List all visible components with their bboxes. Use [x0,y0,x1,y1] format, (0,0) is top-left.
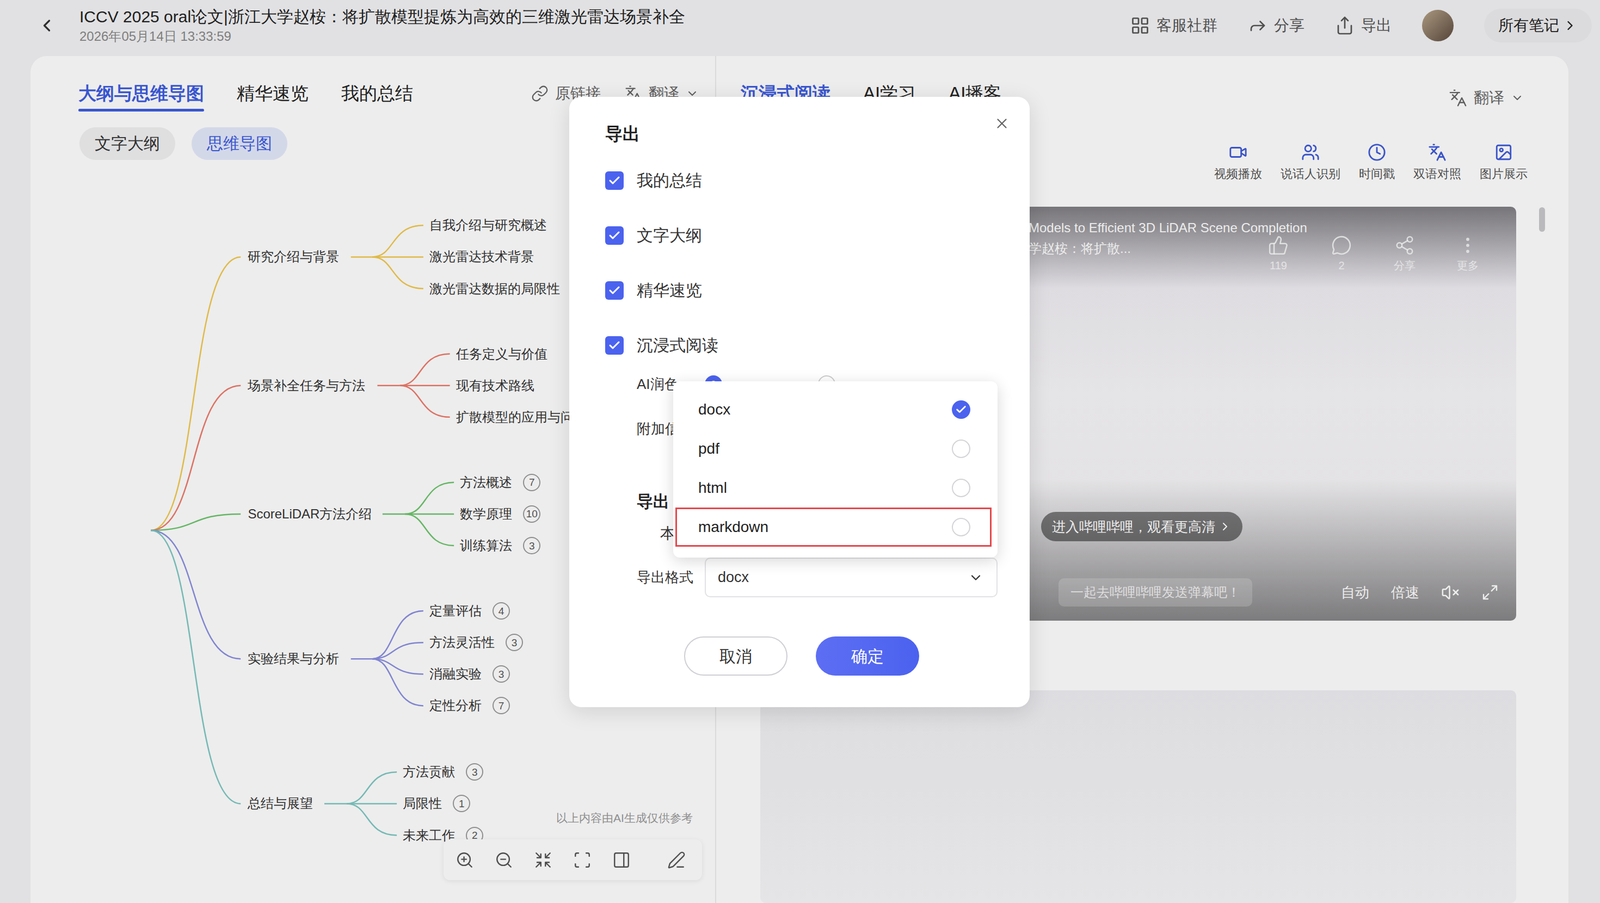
section-option[interactable]: 沉浸式阅读 [605,329,999,362]
option-radio [951,478,971,498]
checkbox[interactable] [605,171,624,190]
option-radio [951,439,971,459]
format-label: 导出格式 [636,567,705,589]
option-radio [951,400,971,420]
option-radio [951,518,971,537]
section-list: 我的总结文字大纲精华速览沉浸式阅读 [605,164,999,362]
checkbox[interactable] [605,281,624,300]
check-icon [607,174,621,188]
cancel-button[interactable]: 取消 [684,636,788,676]
section-option[interactable]: 文字大纲 [605,219,999,252]
checkbox[interactable] [605,226,624,245]
export-dialog: 导出我的总结文字大纲精华速览沉浸式阅读AI润色附加信导出本导出格式docx取消确… [569,96,1030,708]
format-option[interactable]: markdown [675,507,992,547]
format-option[interactable]: html [675,468,992,508]
format-select[interactable]: docx [704,557,998,598]
format-option[interactable]: pdf [675,429,992,469]
app: ICCV 2025 oral论文|浙江大学赵桉：将扩散模型提炼为高效的三维激光雷… [0,0,1600,903]
format-dropdown: docxpdfhtmlmarkdown [673,381,998,558]
check-icon [607,284,621,298]
format-row: 导出格式docx [636,557,999,598]
format-option[interactable]: docx [675,390,992,430]
checkbox[interactable] [605,336,624,355]
chevron-down-icon [968,570,984,586]
section-option[interactable]: 精华速览 [605,274,999,307]
confirm-button[interactable]: 确定 [815,636,920,676]
dialog-title: 导出 [605,121,999,146]
dialog-buttons: 取消确定 [605,636,999,676]
close-icon[interactable] [993,115,1011,132]
section-option[interactable]: 我的总结 [605,164,999,198]
check-icon [607,339,621,353]
check-icon [607,229,621,243]
check-icon [955,403,968,416]
